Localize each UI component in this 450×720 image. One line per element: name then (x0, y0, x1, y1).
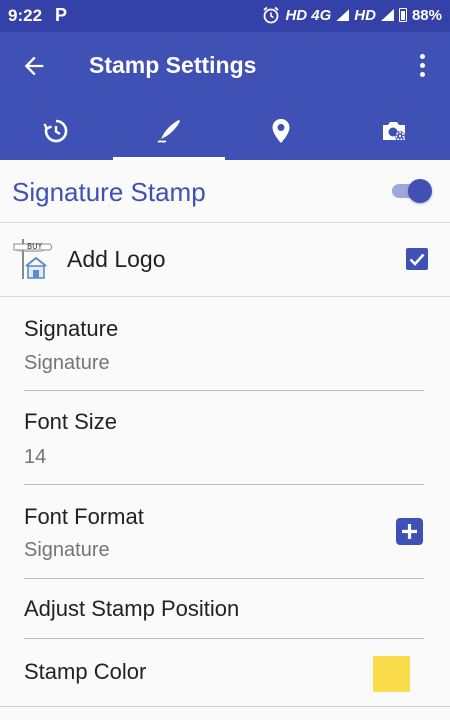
pref-adjust-position[interactable]: Adjust Stamp Position (24, 578, 424, 639)
network-label-2: HD (354, 6, 376, 24)
camera-settings-icon (382, 122, 405, 141)
battery-percent: 88% (411, 6, 442, 24)
signal-icon (336, 9, 350, 21)
signal-icon-2 (380, 9, 394, 21)
switch-thumb (408, 179, 432, 203)
network-label-1: HD 4G (285, 6, 332, 24)
add-logo-checkbox[interactable] (406, 248, 428, 270)
add-logo-row[interactable]: BUY Add Logo (0, 222, 450, 297)
tab-bar (0, 102, 450, 160)
pref-signature[interactable]: Signature Signature (24, 296, 424, 391)
buy-house-logo-icon: BUY (13, 239, 53, 279)
location-pin-icon (272, 119, 290, 143)
alarm-icon (263, 6, 280, 24)
signature-stamp-switch[interactable] (390, 179, 432, 203)
pref-font-size[interactable]: Font Size 14 (24, 390, 424, 485)
pref-signature-title: Signature (24, 316, 119, 341)
add-logo-label: Add Logo (67, 246, 166, 272)
clock-icon (43, 119, 68, 143)
tab-signature[interactable] (112, 102, 226, 160)
checkmark-icon (409, 253, 425, 266)
plus-icon (402, 524, 417, 539)
tab-time[interactable] (0, 102, 113, 160)
status-right: HD 4G HD 88% (262, 6, 442, 24)
pref-font-size-title: Font Size (24, 409, 117, 434)
battery-icon (398, 8, 407, 22)
more-vert-icon[interactable] (412, 50, 432, 82)
page-title: Stamp Settings (89, 52, 257, 78)
pref-adjust-position-title: Adjust Stamp Position (24, 596, 240, 621)
status-bar: 9:22 P HD 4G HD 88% (0, 0, 450, 32)
tab-camera[interactable] (338, 102, 450, 160)
pref-signature-summary: Signature (24, 352, 110, 374)
signature-stamp-label: Signature Stamp (12, 177, 206, 207)
signature-stamp-row: Signature Stamp (0, 160, 450, 223)
stamp-color-swatch[interactable] (373, 656, 410, 692)
add-font-format-button[interactable] (396, 518, 423, 545)
signature-pen-icon (157, 120, 180, 143)
pref-stamp-color-title: Stamp Color (24, 659, 147, 684)
arrow-back-icon[interactable] (20, 52, 48, 80)
pref-font-format-summary: Signature (24, 539, 110, 561)
pref-font-format[interactable]: Font Format Signature (24, 484, 424, 579)
logo-text: BUY (27, 242, 43, 251)
tab-location[interactable] (225, 102, 338, 160)
notification-p-icon: P (55, 5, 68, 25)
status-time: 9:22 (8, 6, 43, 25)
app-bar: Stamp Settings (0, 32, 450, 102)
pref-font-size-summary: 14 (24, 446, 47, 468)
pref-stamp-color[interactable]: Stamp Color (24, 638, 424, 706)
pref-font-format-title: Font Format (24, 504, 144, 529)
divider (0, 706, 450, 707)
